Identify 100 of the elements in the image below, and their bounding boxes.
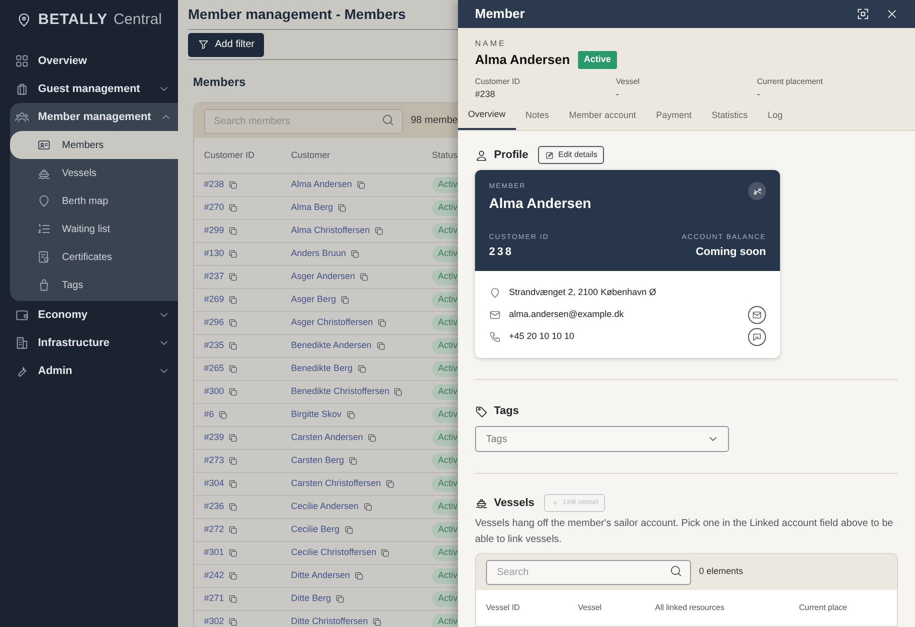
tab[interactable]: Statistics: [702, 102, 758, 130]
sidebar-item[interactable]: Admin: [15, 357, 178, 385]
share-button[interactable]: [748, 182, 766, 200]
copy-icon[interactable]: [372, 617, 382, 627]
copy-icon[interactable]: [359, 272, 370, 282]
copy-icon[interactable]: [393, 387, 404, 397]
copy-icon[interactable]: [337, 203, 348, 213]
copy-icon[interactable]: [228, 295, 238, 305]
close-icon[interactable]: [886, 8, 898, 20]
sidebar-item[interactable]: Guest management: [15, 75, 178, 103]
sidebar-item[interactable]: Member management: [15, 103, 178, 131]
customer-name-link[interactable]: Carsten Berg: [291, 454, 344, 468]
copy-icon[interactable]: [228, 456, 238, 466]
copy-icon[interactable]: [228, 525, 238, 535]
copy-icon[interactable]: [348, 456, 358, 466]
copy-icon[interactable]: [374, 226, 384, 236]
customer-id-link[interactable]: #296: [204, 316, 224, 330]
customer-id-link[interactable]: #270: [204, 201, 224, 215]
copy-icon[interactable]: [344, 525, 354, 535]
tags-dropdown[interactable]: Tags: [475, 426, 729, 452]
customer-name-link[interactable]: Alma Christoffersen: [291, 224, 370, 238]
customer-name-link[interactable]: Alma Berg: [291, 201, 334, 215]
copy-icon[interactable]: [228, 502, 238, 512]
customer-id-link[interactable]: #301: [204, 546, 224, 560]
copy-icon[interactable]: [228, 180, 238, 190]
copy-icon[interactable]: [384, 479, 395, 489]
copy-icon[interactable]: [376, 341, 386, 351]
customer-id-link[interactable]: #237: [204, 270, 224, 284]
copy-icon[interactable]: [228, 318, 238, 328]
copy-icon[interactable]: [350, 249, 360, 259]
customer-id-link[interactable]: #272: [204, 523, 224, 537]
tab[interactable]: Payment: [646, 102, 702, 130]
tab[interactable]: Notes: [516, 102, 560, 130]
customer-name-link[interactable]: Carsten Christoffersen: [291, 477, 381, 491]
customer-id-link[interactable]: #235: [204, 339, 224, 353]
customer-name-link[interactable]: Asger Andersen: [291, 270, 356, 284]
copy-icon[interactable]: [228, 272, 238, 282]
customer-id-link[interactable]: #130: [204, 247, 224, 261]
copy-icon[interactable]: [228, 479, 238, 489]
search-field[interactable]: Search: [486, 560, 691, 586]
customer-id-link[interactable]: #300: [204, 385, 224, 399]
copy-icon[interactable]: [354, 571, 364, 581]
copy-icon[interactable]: [228, 617, 238, 627]
sidebar-item[interactable]: Tags: [15, 271, 178, 299]
customer-id-link[interactable]: #302: [204, 615, 224, 627]
customer-id-link[interactable]: #6: [204, 408, 214, 422]
customer-id-link[interactable]: #273: [204, 454, 224, 468]
copy-icon[interactable]: [356, 180, 366, 190]
customer-name-link[interactable]: Asger Christoffersen: [291, 316, 373, 330]
customer-name-link[interactable]: Ditte Christoffersen: [291, 615, 368, 627]
sidebar-item[interactable]: Vessels: [15, 159, 178, 187]
edit-details-button[interactable]: Edit details: [538, 146, 604, 164]
sidebar-item[interactable]: Infrastructure: [15, 329, 178, 357]
sidebar-item[interactable]: Economy: [15, 301, 178, 329]
customer-name-link[interactable]: Alma Andersen: [291, 178, 352, 192]
copy-icon[interactable]: [228, 387, 238, 397]
customer-name-link[interactable]: Cecilie Andersen: [291, 500, 359, 514]
tab[interactable]: Log: [758, 102, 793, 130]
customer-id-link[interactable]: #265: [204, 362, 224, 376]
copy-icon[interactable]: [362, 502, 373, 512]
copy-icon[interactable]: [228, 203, 238, 213]
customer-name-link[interactable]: Asger Berg: [291, 293, 336, 307]
customer-name-link[interactable]: Carsten Andersen: [291, 431, 364, 445]
copy-icon[interactable]: [228, 548, 238, 558]
customer-id-link[interactable]: #238: [204, 178, 224, 192]
add-filter-button[interactable]: Add filter: [188, 32, 264, 56]
copy-icon[interactable]: [228, 341, 238, 351]
copy-icon[interactable]: [346, 410, 356, 420]
expand-icon[interactable]: [856, 7, 870, 21]
customer-id-link[interactable]: #271: [204, 592, 224, 606]
sidebar-item[interactable]: Overview: [15, 47, 178, 75]
customer-name-link[interactable]: Benedikte Christoffersen: [291, 385, 390, 399]
copy-icon[interactable]: [228, 249, 238, 259]
sidebar-item[interactable]: Berth map: [15, 187, 178, 215]
copy-icon[interactable]: [380, 548, 390, 558]
customer-name-link[interactable]: Benedikte Andersen: [291, 339, 372, 353]
message-button[interactable]: [748, 328, 766, 346]
copy-icon[interactable]: [228, 364, 238, 374]
copy-icon[interactable]: [335, 594, 346, 604]
copy-icon[interactable]: [218, 410, 228, 420]
copy-icon[interactable]: [228, 433, 238, 443]
sidebar-item[interactable]: Waiting list: [15, 215, 178, 243]
copy-icon[interactable]: [228, 226, 238, 236]
sidebar-item[interactable]: Certificates: [15, 243, 178, 271]
copy-icon[interactable]: [228, 594, 238, 604]
customer-name-link[interactable]: Cecilie Christoffersen: [291, 546, 376, 560]
customer-name-link[interactable]: Anders Bruun: [291, 247, 346, 261]
customer-name-link[interactable]: Cecilie Berg: [291, 523, 340, 537]
customer-id-link[interactable]: #236: [204, 500, 224, 514]
customer-name-link[interactable]: Ditte Andersen: [291, 569, 350, 583]
copy-icon[interactable]: [376, 318, 387, 328]
sidebar-item[interactable]: Members: [10, 131, 178, 159]
copy-icon[interactable]: [228, 571, 238, 581]
customer-id-link[interactable]: #269: [204, 293, 224, 307]
customer-id-link[interactable]: #242: [204, 569, 224, 583]
tab[interactable]: Overview: [458, 102, 516, 130]
send-email-button[interactable]: [748, 306, 766, 324]
customer-name-link[interactable]: Birgitte Skov: [291, 408, 342, 422]
customer-id-link[interactable]: #304: [204, 477, 224, 491]
customer-id-link[interactable]: #239: [204, 431, 224, 445]
